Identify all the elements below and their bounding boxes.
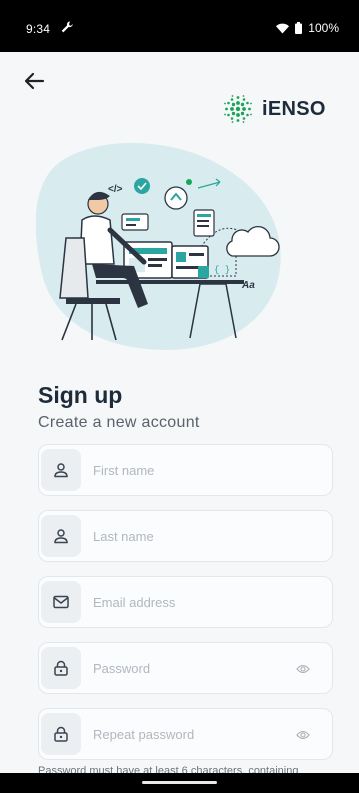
email-input[interactable] bbox=[93, 593, 293, 611]
braces-label: { } bbox=[214, 265, 230, 275]
developer-illustration: </> { } Aa bbox=[36, 142, 281, 350]
home-indicator[interactable] bbox=[142, 781, 217, 784]
battery-icon bbox=[295, 22, 303, 34]
check-badge-icon bbox=[134, 178, 150, 194]
repeat-password-icon-box bbox=[41, 713, 81, 755]
person-icon bbox=[54, 463, 68, 478]
repeat-password-input[interactable] bbox=[93, 725, 293, 743]
password-icon-box bbox=[41, 647, 81, 689]
signup-screen: iENSO </> { } Aa Sign up Create a new ac… bbox=[0, 52, 359, 773]
first-name-field[interactable] bbox=[38, 444, 333, 496]
email-field[interactable] bbox=[38, 576, 333, 628]
ienso-logo: iENSO bbox=[221, 92, 326, 126]
page-title: Sign up bbox=[38, 382, 123, 408]
envelope-icon bbox=[53, 595, 69, 609]
password-field[interactable] bbox=[38, 642, 333, 694]
repeat-password-field[interactable] bbox=[38, 708, 333, 760]
first-name-input[interactable] bbox=[93, 461, 293, 479]
page-subtitle: Create a new account bbox=[38, 414, 200, 431]
lock-icon bbox=[54, 726, 68, 742]
system-nav-bar bbox=[0, 773, 359, 793]
password-hint: Password must have at least 6 characters… bbox=[38, 765, 299, 773]
email-icon-box bbox=[41, 581, 81, 623]
lock-icon bbox=[54, 660, 68, 676]
status-bar: 9:34 100% bbox=[0, 0, 359, 52]
first-name-icon-box bbox=[41, 449, 81, 491]
eye-icon[interactable] bbox=[296, 728, 310, 742]
last-name-field[interactable] bbox=[38, 510, 333, 562]
eye-icon[interactable] bbox=[296, 662, 310, 676]
last-name-icon-box bbox=[41, 515, 81, 557]
person-icon bbox=[54, 529, 68, 544]
password-input[interactable] bbox=[93, 659, 293, 677]
code-tag: </> bbox=[108, 184, 123, 195]
status-time: 9:34 bbox=[26, 22, 51, 36]
battery-level: 100% bbox=[308, 21, 339, 35]
wrench-icon bbox=[61, 21, 73, 33]
arrow-left-icon[interactable] bbox=[22, 70, 48, 92]
wifi-icon bbox=[276, 23, 290, 33]
logo-text: iENSO bbox=[262, 97, 326, 120]
status-right: 100% bbox=[276, 21, 339, 35]
last-name-input[interactable] bbox=[93, 527, 293, 545]
logo-dots-icon bbox=[224, 95, 252, 123]
